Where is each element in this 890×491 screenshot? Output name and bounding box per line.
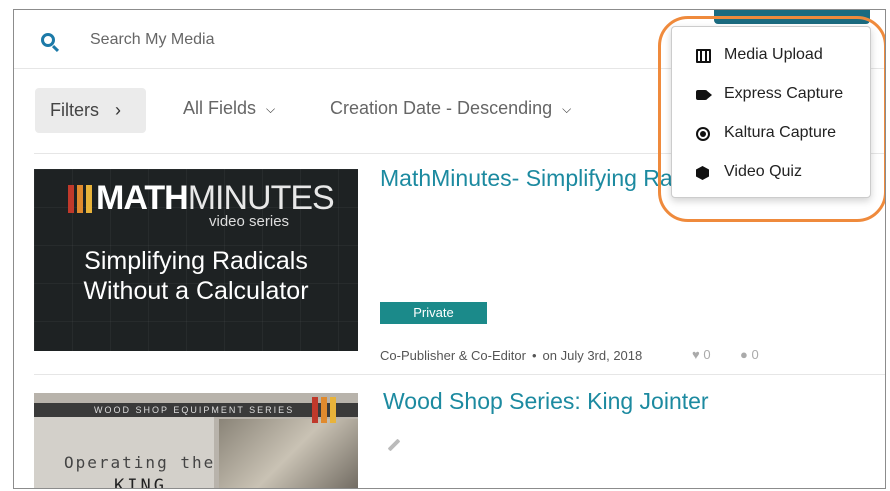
record-icon <box>696 127 710 141</box>
chevron-right-icon: › <box>115 100 121 120</box>
thumbnail-text-line-2: Without a Calculator <box>83 277 309 305</box>
video-camera-icon <box>696 90 707 100</box>
entry-meta: Co-Publisher & Co-Editor • on July 3rd, 20… <box>380 348 642 363</box>
menu-item-label: Media Upload <box>724 46 823 63</box>
chevron-down-icon: ⌵ <box>266 101 276 116</box>
menu-item-label: Express Capture <box>724 85 844 102</box>
menu-item-label: Kaltura Capture <box>724 124 837 141</box>
thumbnail-photo <box>219 419 358 488</box>
menu-item-media-upload[interactable]: Media Upload <box>672 38 870 74</box>
add-new-menu: Media Upload Express Capture Kaltura Cap… <box>671 26 871 198</box>
entry-thumbnail[interactable]: MATHMINUTES video series Simplifying Rad… <box>34 169 358 351</box>
sort-select[interactable]: Creation Date - Descending ⌵ <box>330 98 571 119</box>
thumbnail-text-line-1: Operating the <box>64 453 216 472</box>
menu-item-express-capture[interactable]: Express Capture <box>672 77 870 113</box>
search-icon[interactable] <box>41 33 55 47</box>
likes-count: 0 <box>703 347 711 362</box>
pencil-icon[interactable] <box>387 438 401 452</box>
divider <box>34 374 885 375</box>
entry-thumbnail[interactable]: WOOD SHOP EQUIPMENT SERIES Operating the… <box>34 393 358 489</box>
comments-count: 0 <box>751 347 759 362</box>
status-badge: Private <box>380 302 487 324</box>
thumbnail-series: WOOD SHOP EQUIPMENT SERIES <box>94 405 295 415</box>
entry-title-link[interactable]: Wood Shop Series: King Jointer <box>383 388 709 415</box>
field-select[interactable]: All Fields ⌵ <box>183 98 275 119</box>
media-panel: Filters › All Fields ⌵ Creation Date - De… <box>13 9 886 489</box>
chevron-down-icon: ⌵ <box>562 101 572 116</box>
comments-stat: ● 0 <box>740 347 759 362</box>
entry-title-link[interactable]: MathMinutes- Simplifying Ra <box>380 165 673 192</box>
search-input[interactable] <box>90 28 510 52</box>
film-icon <box>696 49 711 63</box>
menu-item-label: Video Quiz <box>724 163 802 180</box>
separator-dot: • <box>531 348 537 363</box>
sort-select-label: Creation Date - Descending <box>330 98 553 118</box>
cube-icon <box>696 166 709 180</box>
field-select-label: All Fields <box>183 98 257 118</box>
thumbnail-text-line-2: KING <box>114 476 167 489</box>
menu-item-kaltura-capture[interactable]: Kaltura Capture <box>672 116 870 152</box>
add-new-button[interactable] <box>714 10 870 24</box>
entry-roles: Co-Publisher & Co-Editor <box>380 348 526 363</box>
menu-item-video-quiz[interactable]: Video Quiz <box>672 155 870 191</box>
likes-stat: ♥ 0 <box>692 347 711 362</box>
filters-label: Filters <box>50 100 99 120</box>
heart-icon: ♥ <box>692 347 700 362</box>
thumbnail-subtitle: video series <box>209 213 290 230</box>
thumbnail-text-line-1: Simplifying Radicals <box>84 247 308 275</box>
filters-button[interactable]: Filters › <box>35 88 146 133</box>
comment-icon: ● <box>740 347 748 362</box>
entry-date: on July 3rd, 2018 <box>542 348 643 363</box>
